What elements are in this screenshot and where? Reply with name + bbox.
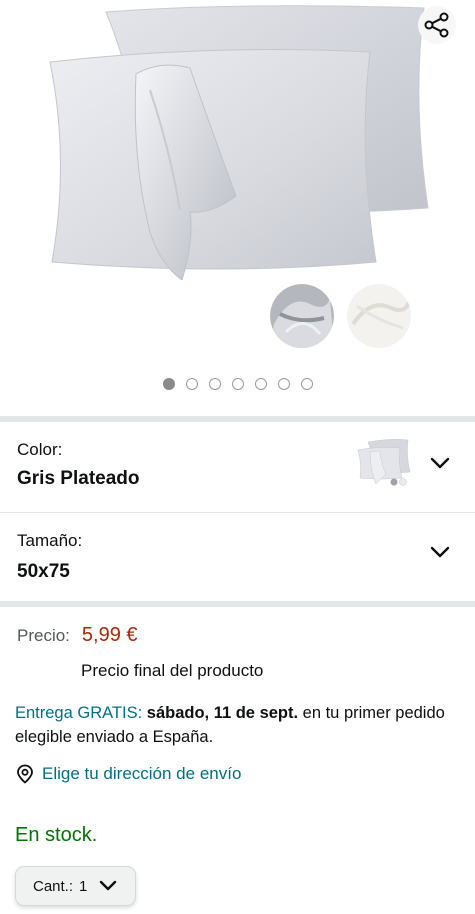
chevron-down-icon — [100, 880, 117, 891]
pagination-dot[interactable] — [162, 378, 175, 390]
color-swatch-white — [347, 284, 411, 348]
chevron-down-icon[interactable] — [429, 456, 451, 470]
product-image-gallery[interactable] — [0, 0, 475, 416]
choose-address-link[interactable]: Elige tu dirección de envío — [15, 764, 241, 784]
free-delivery-label: Entrega GRATIS: — [15, 704, 143, 722]
delivery-info: Entrega GRATIS: sábado, 11 de sept. en t… — [15, 701, 460, 749]
color-selector[interactable]: Color: Gris Plateado — [0, 422, 475, 512]
quantity-value: 1 — [79, 877, 88, 895]
color-value: Gris Plateado — [17, 468, 140, 489]
price-row: Precio: 5,99 € — [17, 624, 138, 647]
size-label: Tamaño: — [17, 531, 83, 550]
pagination-dot[interactable] — [208, 378, 221, 390]
share-button[interactable] — [418, 6, 456, 44]
quantity-dropdown[interactable]: Cant.: 1 — [15, 866, 136, 906]
color-label: Color: — [17, 440, 63, 459]
section-divider — [0, 601, 475, 607]
color-thumbnail — [357, 439, 411, 486]
pagination-dot[interactable] — [231, 378, 244, 390]
size-selector[interactable]: Tamaño: 50x75 — [0, 513, 475, 601]
color-swatch-grey — [270, 284, 334, 348]
final-price-note: Precio final del producto — [81, 661, 264, 680]
product-image[interactable] — [40, 0, 440, 280]
share-icon — [424, 12, 449, 38]
address-link-text[interactable]: Elige tu dirección de envío — [42, 764, 241, 784]
quantity-label: Cant.: — [33, 877, 74, 895]
location-pin-icon — [17, 764, 33, 784]
pagination-dot[interactable] — [300, 378, 313, 390]
image-pagination-dots — [0, 378, 475, 390]
delivery-date: sábado, 11 de sept. — [146, 704, 299, 722]
price-value: 5,99 € — [81, 624, 138, 646]
size-value: 50x75 — [17, 561, 70, 582]
chevron-down-icon[interactable] — [429, 545, 451, 559]
pagination-dot[interactable] — [254, 378, 267, 390]
stock-status: En stock. — [15, 824, 98, 846]
price-label: Precio: — [17, 626, 70, 645]
pagination-dot[interactable] — [185, 378, 198, 390]
pagination-dot[interactable] — [277, 378, 290, 390]
